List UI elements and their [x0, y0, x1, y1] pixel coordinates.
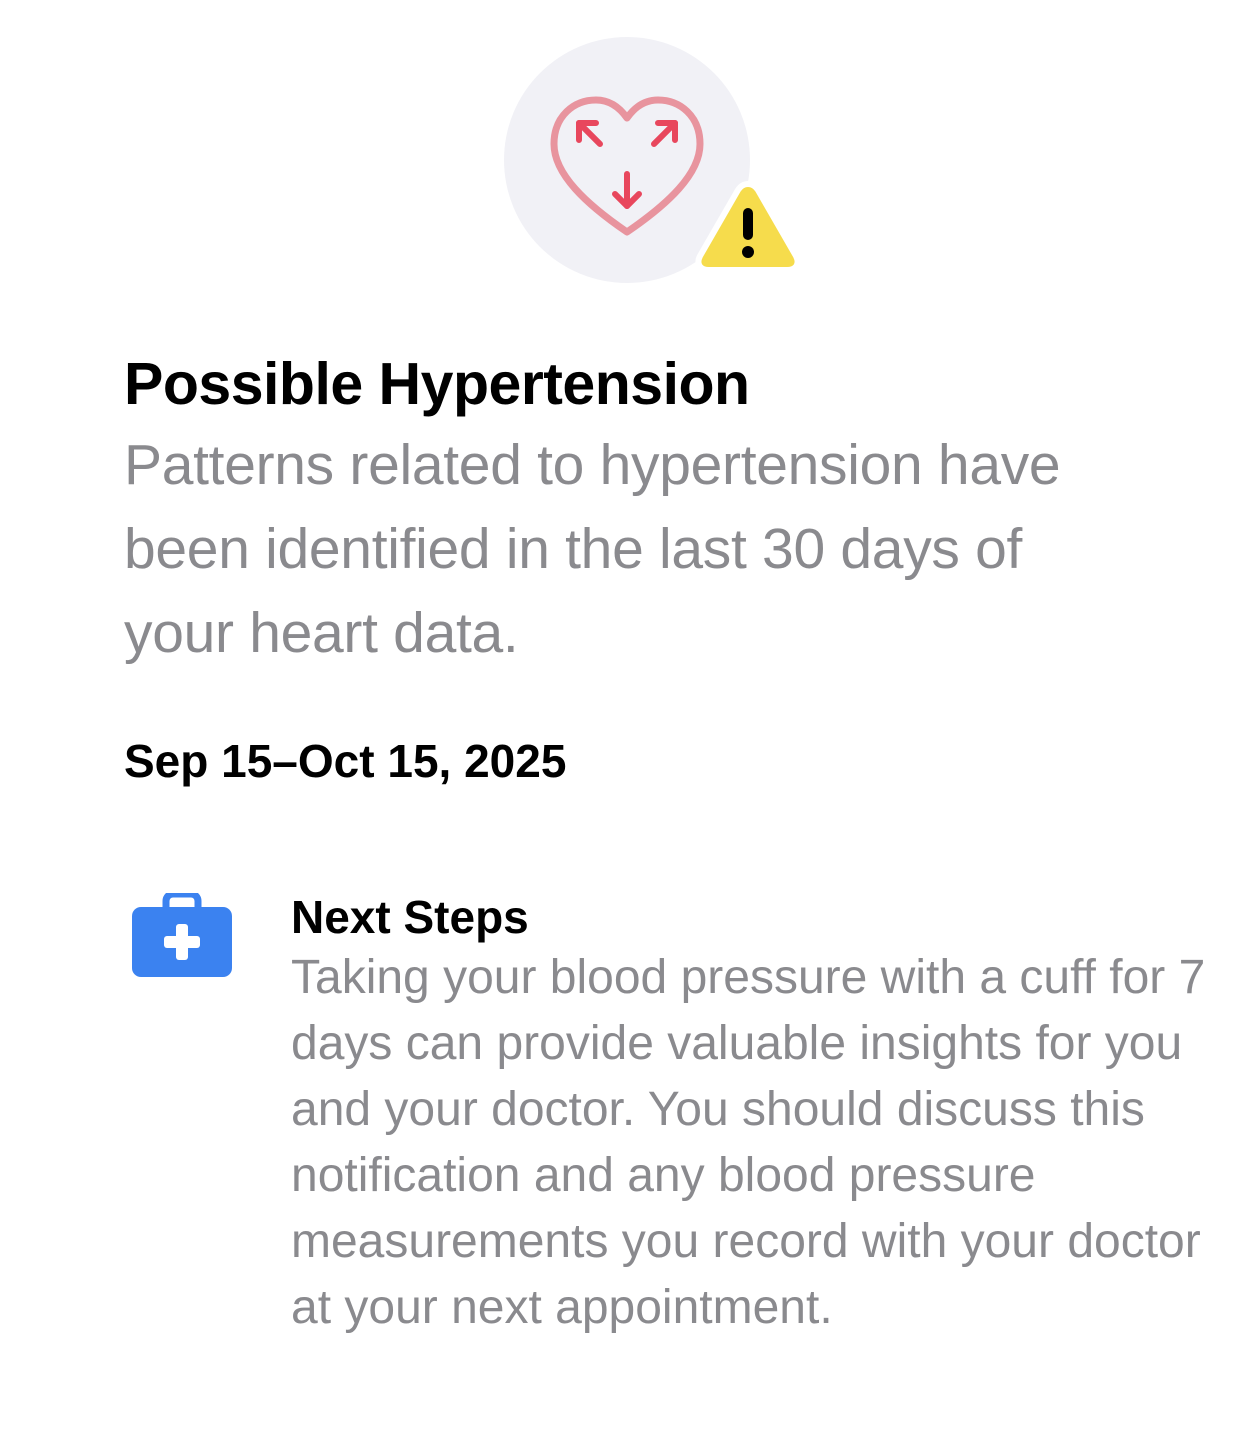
medical-kit-icon [132, 893, 232, 977]
alert-description: Patterns related to hypertension have be… [124, 433, 1061, 665]
date-range: Sep 15–Oct 15, 2025 [124, 735, 567, 787]
next-steps-title: Next Steps [291, 891, 529, 943]
page-title: Possible Hypertension [124, 351, 750, 417]
next-steps-body: Taking your blood pressure with a cuff f… [291, 951, 1206, 1334]
heart-arrows-icon [550, 96, 704, 236]
warning-icon [695, 181, 801, 273]
